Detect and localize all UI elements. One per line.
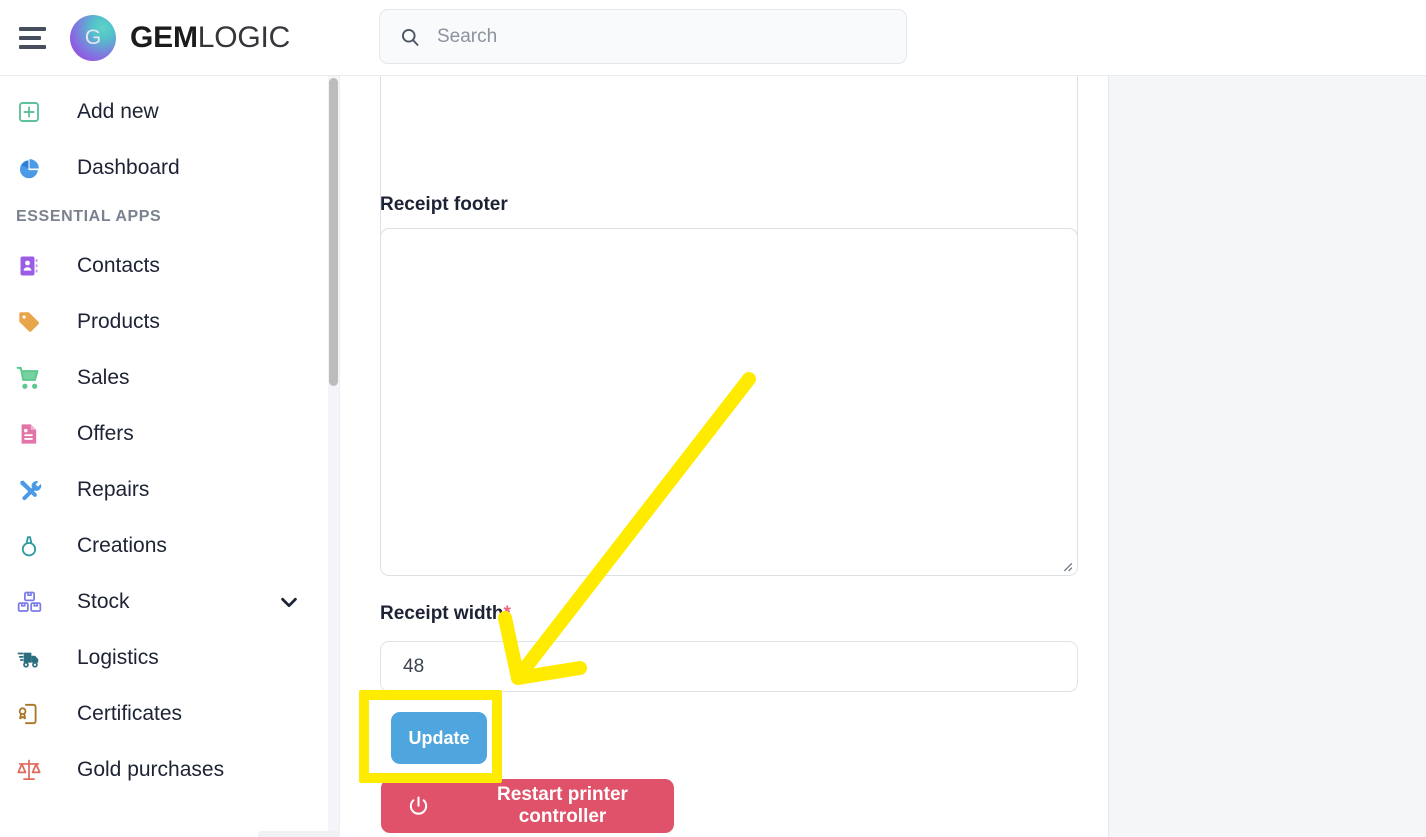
- delivery-truck-icon: [14, 643, 44, 673]
- sidebar-item-certificates[interactable]: Certificates: [0, 686, 338, 742]
- pie-chart-icon: [14, 153, 44, 183]
- brand-title: GEMLOGIC: [130, 21, 290, 55]
- receipt-footer-label-text: Receipt footer: [380, 194, 508, 215]
- sidebar-label: Sales: [77, 366, 130, 389]
- sidebar-section-title: ESSENTIAL APPS: [16, 208, 162, 225]
- boxes-icon: [14, 587, 44, 617]
- hamburger-line: [19, 26, 46, 31]
- resize-grip-icon[interactable]: [1060, 559, 1073, 572]
- sidebar-label: Products: [77, 310, 160, 333]
- sidebar-label: Stock: [77, 590, 130, 613]
- hamburger-line: [19, 35, 41, 40]
- sidebar-item-repairs[interactable]: Repairs: [0, 462, 338, 518]
- sidebar-label: Logistics: [77, 646, 159, 669]
- sidebar-scrollbar-thumb[interactable]: [329, 78, 338, 386]
- offer-document-icon: [14, 419, 44, 449]
- sidebar-item-sales[interactable]: Sales: [0, 350, 338, 406]
- sidebar-item-add-new[interactable]: Add new: [0, 84, 338, 140]
- receipt-header-textarea[interactable]: [380, 76, 1078, 248]
- app-root: G GEMLOGIC Add new: [0, 0, 1426, 837]
- brand-title-bold: GEM: [130, 20, 198, 54]
- sidebar-label: Add new: [77, 100, 159, 123]
- plus-square-icon: [14, 97, 44, 127]
- search-input[interactable]: [437, 25, 857, 48]
- sidebar-item-logistics[interactable]: Logistics: [0, 630, 338, 686]
- brand-title-light: LOGIC: [197, 20, 291, 54]
- sidebar-label: Dashboard: [77, 156, 180, 179]
- required-marker: *: [503, 603, 511, 624]
- app-header: G GEMLOGIC: [0, 0, 1426, 76]
- logo-letter: G: [84, 25, 102, 49]
- sidebar-label: Creations: [77, 534, 167, 557]
- sidebar-label: Certificates: [77, 702, 183, 725]
- sidebar-label: Repairs: [77, 478, 150, 501]
- sidebar-item-contacts[interactable]: Contacts: [0, 238, 338, 294]
- price-tag-icon: [14, 307, 44, 337]
- sidebar-item-products[interactable]: Products: [0, 294, 338, 350]
- power-icon: [409, 795, 428, 815]
- sidebar-label: Contacts: [77, 254, 160, 277]
- update-button[interactable]: Update: [391, 712, 487, 764]
- shopping-cart-icon: [14, 363, 44, 393]
- restart-button-label: Restart printer controller: [497, 784, 628, 827]
- search-bar[interactable]: [379, 9, 907, 64]
- certificate-icon: [14, 699, 44, 729]
- chevron-down-icon[interactable]: [278, 591, 300, 613]
- search-icon: [401, 28, 419, 46]
- sidebar-item-dashboard[interactable]: Dashboard: [0, 140, 338, 196]
- sidebar-label: Gold purchases: [77, 758, 225, 781]
- receipt-width-label-text: Receipt width: [380, 603, 504, 624]
- gemlogic-logo-icon[interactable]: G: [70, 14, 116, 61]
- sidebar-item-gold-purchases[interactable]: Gold purchases: [0, 742, 338, 798]
- right-empty-pane: [1108, 76, 1426, 837]
- hamburger-icon[interactable]: [14, 19, 52, 57]
- receipt-footer-label: Receipt footer: [380, 194, 508, 216]
- address-book-icon: [14, 251, 44, 281]
- receipt-width-label: Receipt width*: [380, 603, 511, 625]
- restart-printer-controller-button[interactable]: Restart printer controller: [381, 779, 674, 833]
- receipt-width-input[interactable]: [380, 641, 1078, 692]
- sidebar-item-offers[interactable]: Offers: [0, 406, 338, 462]
- tools-icon: [14, 475, 44, 505]
- sidebar-label: Offers: [77, 422, 134, 445]
- sidebar-nav: Add new Dashboard ESSENTIAL APPS Contact…: [0, 76, 338, 837]
- sidebar-item-stock[interactable]: Stock: [0, 574, 338, 630]
- scales-icon: [14, 755, 44, 785]
- hamburger-line: [19, 44, 46, 49]
- receipt-footer-textarea[interactable]: [380, 228, 1078, 576]
- sidebar-item-creations[interactable]: Creations: [0, 518, 338, 574]
- ring-icon: [14, 531, 44, 561]
